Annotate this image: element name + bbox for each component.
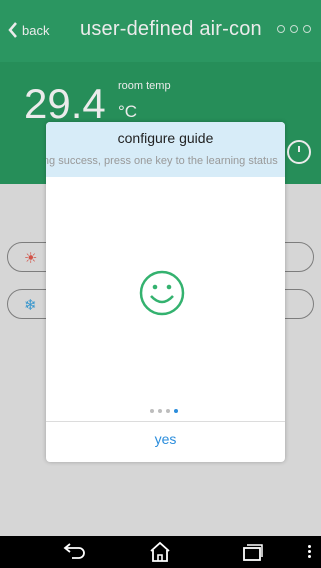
yes-button[interactable]: yes [46,431,285,447]
dialog-divider [46,421,285,422]
dialog-message: learning success, press one key to the l… [46,155,278,167]
dialog-header: configure guide learning success, press … [46,122,285,177]
system-navigation-bar [0,536,321,568]
nav-back-icon[interactable] [63,541,87,563]
nav-home-icon[interactable] [148,541,172,563]
page-dot [150,409,154,413]
overflow-menu-icon[interactable] [308,545,311,558]
nav-recent-apps-icon[interactable] [240,541,264,563]
configure-guide-dialog: configure guide learning success, press … [46,122,285,462]
page-dot [158,409,162,413]
page-indicator [150,409,178,413]
smile-icon [139,270,185,316]
dialog-title: configure guide [117,130,214,146]
page-dot-active [174,409,178,413]
page-dot [166,409,170,413]
